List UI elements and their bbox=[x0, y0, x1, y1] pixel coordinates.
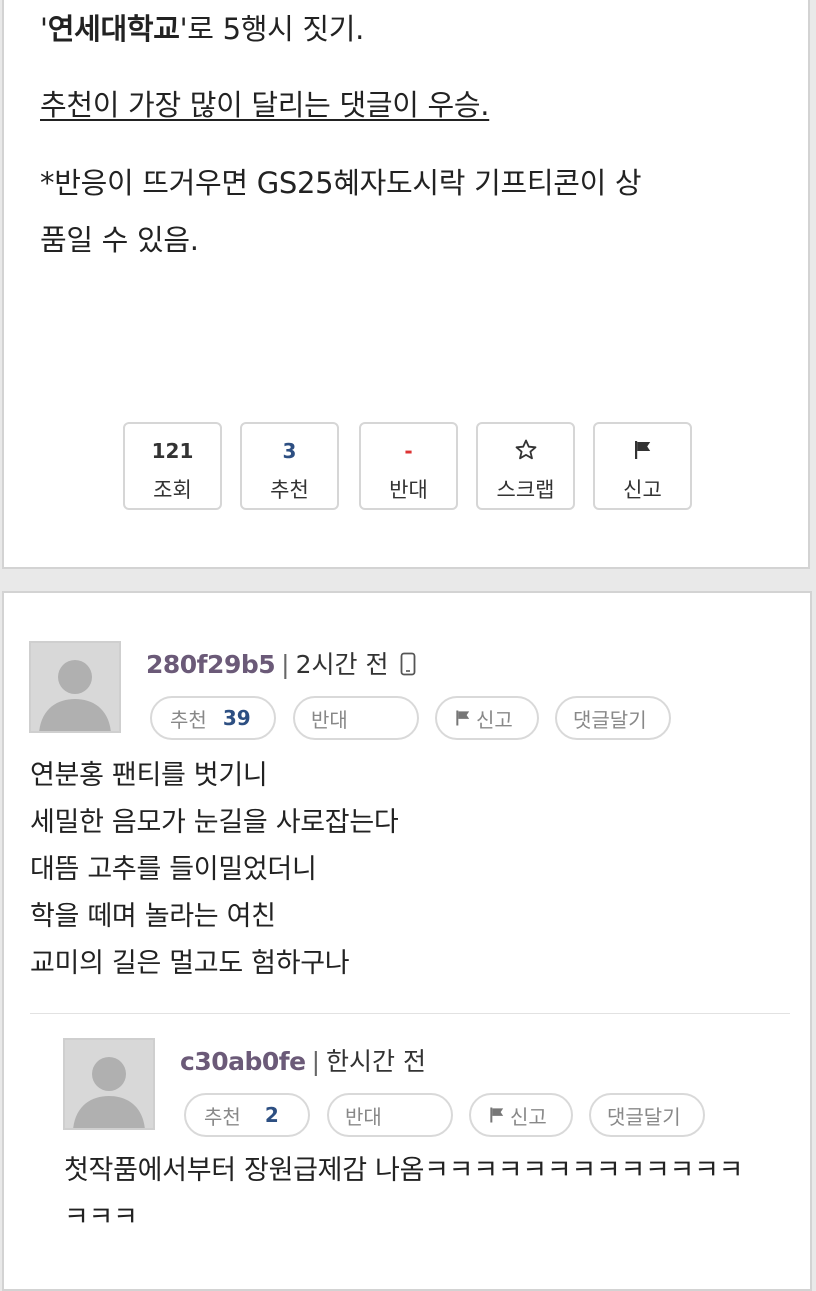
comment-text-line: 세밀한 음모가 눈길을 사로잡는다 bbox=[30, 807, 399, 838]
comment-recommend-label: 추천 bbox=[204, 1104, 241, 1129]
scrap-button[interactable]: 스크랩 bbox=[476, 422, 575, 510]
report-button[interactable]: 신고 bbox=[593, 422, 692, 510]
comment-oppose-button[interactable]: 반대 bbox=[327, 1093, 453, 1137]
comment-oppose-label: 반대 bbox=[345, 1104, 382, 1129]
comment-reply-label: 댓글달기 bbox=[607, 1104, 681, 1129]
comment-reply-button[interactable]: 댓글달기 bbox=[555, 696, 671, 740]
recommend-count: 3 bbox=[282, 439, 297, 463]
avatar[interactable] bbox=[29, 641, 121, 733]
comment-divider bbox=[30, 1013, 790, 1014]
oppose-button[interactable]: - 반대 bbox=[359, 422, 458, 510]
flag-icon bbox=[490, 1107, 504, 1123]
comment-recommend-count: 2 bbox=[264, 1103, 279, 1127]
recommend-label: 추천 bbox=[270, 478, 309, 502]
comment-report-label: 신고 bbox=[510, 1104, 547, 1129]
default-avatar-icon bbox=[65, 1040, 153, 1128]
comment-oppose-button[interactable]: 반대 bbox=[293, 696, 419, 740]
flag-icon bbox=[595, 438, 690, 464]
comment-recommend-count: 39 bbox=[222, 706, 251, 730]
report-label: 신고 bbox=[623, 478, 662, 502]
comment-reply-label: 댓글달기 bbox=[573, 707, 647, 732]
comment-time: 한시간 전 bbox=[326, 1047, 426, 1076]
comment-report-label: 신고 bbox=[476, 707, 513, 732]
comments-card: 280f29b5 | 2시간 전 추천 39 반대 신고 댓글달기 연분홍 팬티를 벗… bbox=[2, 591, 812, 1291]
oppose-label: 반대 bbox=[389, 478, 428, 502]
scrap-label: 스크랩 bbox=[496, 478, 555, 502]
comment-text-line: 교미의 길은 멀고도 험하구나 bbox=[30, 948, 350, 979]
comment-report-button[interactable]: 신고 bbox=[469, 1093, 573, 1137]
comment-nickname[interactable]: c30ab0fe bbox=[180, 1047, 306, 1076]
comment-recommend-button[interactable]: 추천 2 bbox=[184, 1093, 310, 1137]
comment-nickname[interactable]: 280f29b5 bbox=[146, 650, 276, 679]
comment-text-line: 연분홍 팬티를 벗기니 bbox=[30, 760, 268, 791]
comment-recommend-label: 추천 bbox=[170, 707, 207, 732]
comment-report-button[interactable]: 신고 bbox=[435, 696, 539, 740]
views-count: 121 bbox=[151, 439, 194, 463]
comment-reply-button[interactable]: 댓글달기 bbox=[589, 1093, 705, 1137]
recommend-button[interactable]: 3 추천 bbox=[240, 422, 339, 510]
avatar[interactable] bbox=[63, 1038, 155, 1130]
default-avatar-icon bbox=[31, 643, 119, 731]
post-line-3: *반응이 뜨거우면 GS25혜자도시락 기프티콘이 상 bbox=[40, 166, 642, 200]
post-subject: 연세대학교 bbox=[47, 12, 180, 46]
comment-text-line: 첫작품에서부터 장원급제감 나옴ㅋㅋㅋㅋㅋㅋㅋㅋㅋㅋㅋㅋㅋ bbox=[64, 1155, 744, 1186]
comment-time: 2시간 전 bbox=[295, 650, 389, 679]
comment-recommend-button[interactable]: 추천 39 bbox=[150, 696, 276, 740]
comment-author-line: 280f29b5 | 2시간 전 bbox=[146, 645, 416, 681]
comment-text-line: ㅋㅋㅋ bbox=[64, 1202, 138, 1233]
views-stat: 121 조회 bbox=[123, 422, 222, 510]
post-line-2: 추천이 가장 많이 달리는 댓글이 우승. bbox=[40, 88, 490, 122]
post-line-1: '연세대학교'로 5행시 짓기. bbox=[40, 12, 365, 46]
post-line-4: 품일 수 있음. bbox=[40, 223, 199, 257]
comment-text-line: 대뜸 고추를 들이밀었더니 bbox=[30, 854, 317, 885]
comment-author-line: c30ab0fe | 한시간 전 bbox=[180, 1047, 426, 1076]
mobile-phone-icon bbox=[401, 652, 416, 676]
star-outline-icon bbox=[478, 438, 573, 464]
comment-text-line: 학을 떼며 놀라는 여친 bbox=[30, 901, 276, 932]
comment-oppose-label: 반대 bbox=[311, 707, 348, 732]
flag-icon bbox=[456, 710, 470, 726]
post-card: '연세대학교'로 5행시 짓기. 추천이 가장 많이 달리는 댓글이 우승. *… bbox=[2, 0, 810, 569]
views-label: 조회 bbox=[153, 478, 192, 502]
oppose-count: - bbox=[404, 439, 413, 463]
